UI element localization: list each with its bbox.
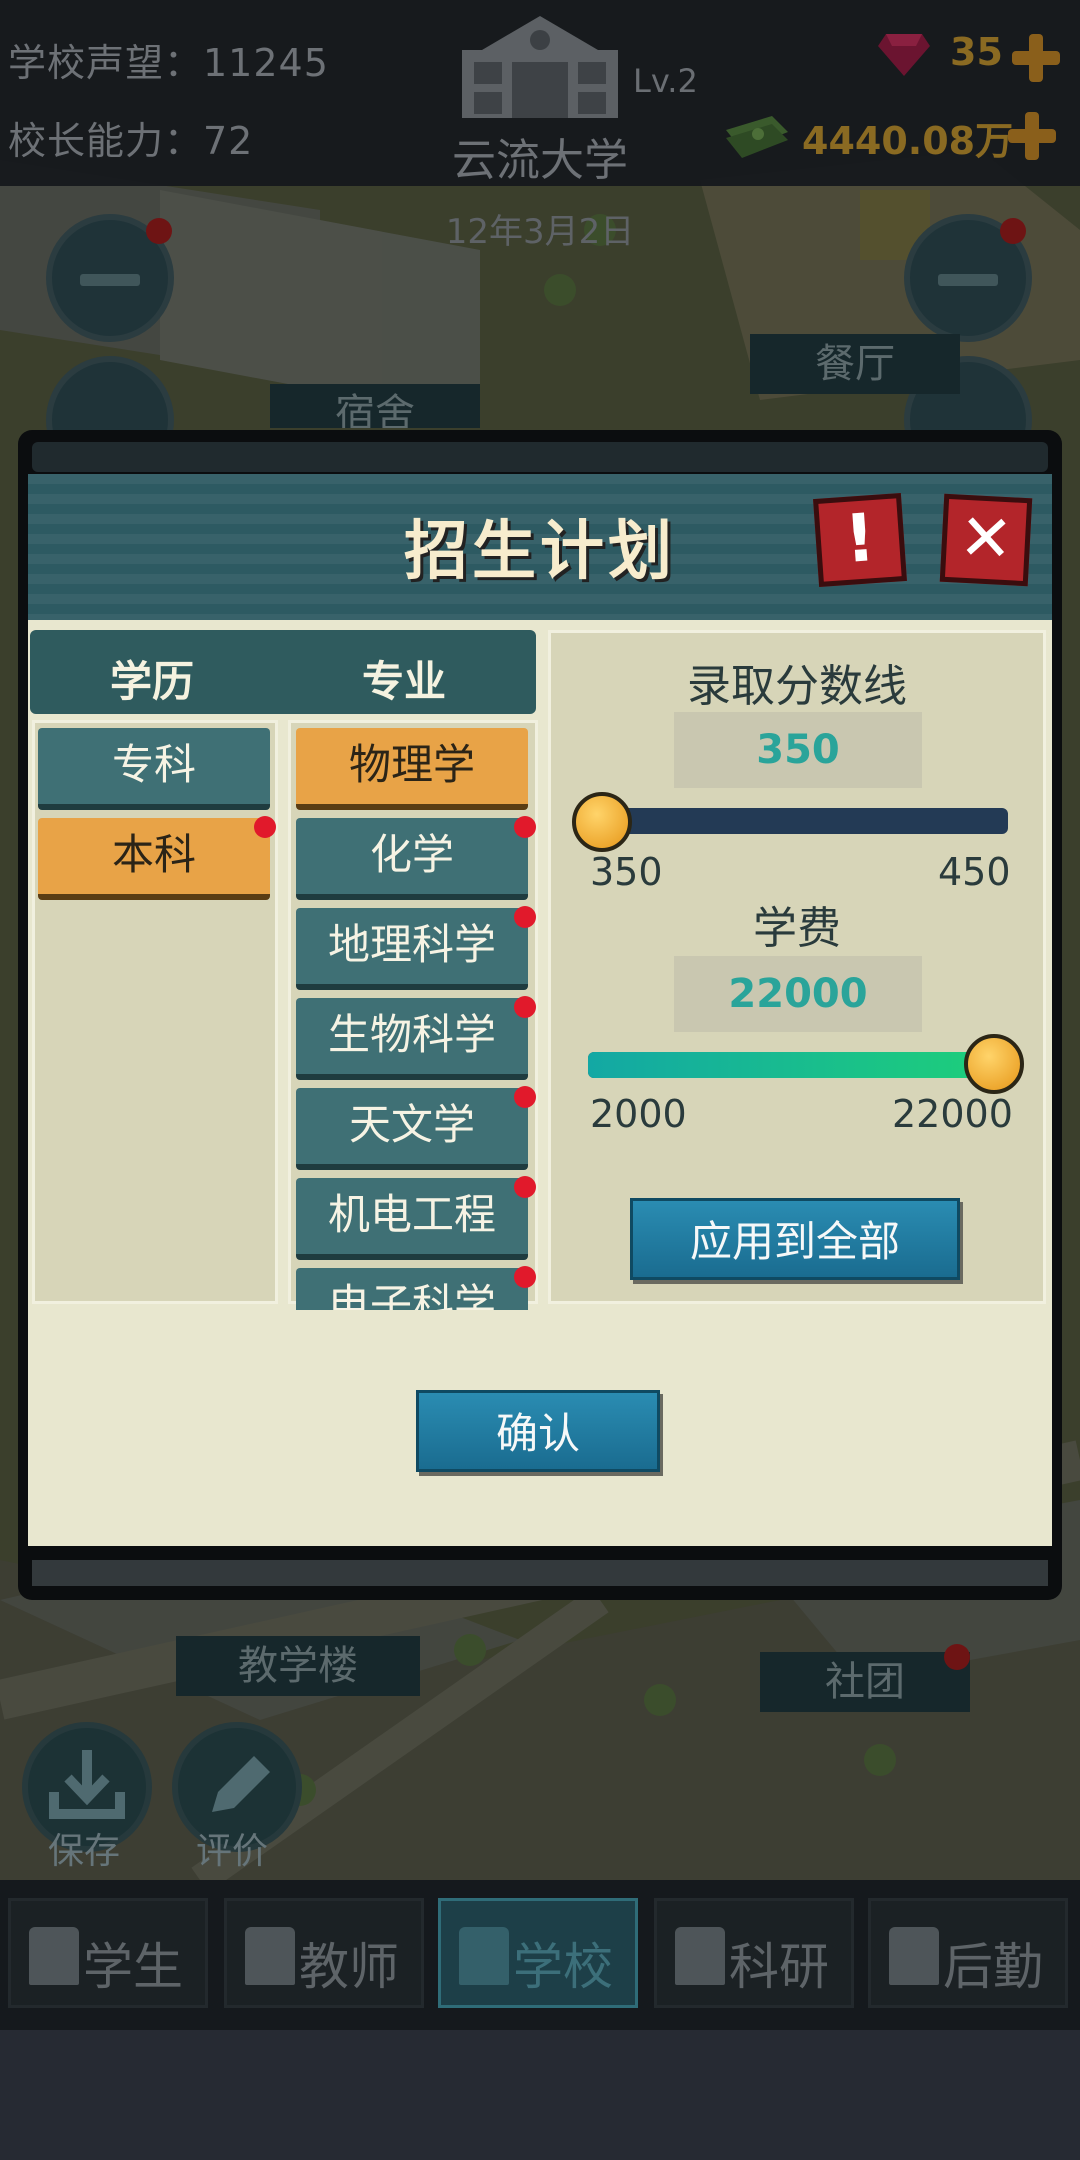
score-slider-knob[interactable] bbox=[572, 792, 632, 852]
club-sign[interactable]: 社团 bbox=[760, 1652, 970, 1712]
confirm-button[interactable]: 确认 bbox=[416, 1390, 660, 1472]
top-hud: 学校声望：11245 校长能力：72 Lv.2 云流大学 35 4440.08万 bbox=[0, 0, 1080, 186]
alert-dot bbox=[514, 1176, 536, 1198]
major-tab-astronomy[interactable]: 天文学 bbox=[296, 1088, 528, 1170]
major-list[interactable]: 物理学 化学 地理科学 生物科学 天文学 机电工程 电子科学 bbox=[290, 722, 536, 1310]
nav-teachers-label: 教师 bbox=[299, 1938, 399, 1996]
school-level: Lv.2 bbox=[633, 62, 698, 100]
modal-title: 招生计划 bbox=[404, 515, 676, 589]
notification-dot bbox=[1000, 218, 1026, 244]
score-max-label: 450 bbox=[938, 850, 1011, 894]
minus-icon bbox=[80, 274, 140, 286]
score-line-label: 录取分数线 bbox=[687, 661, 907, 712]
dorm-sign[interactable]: 宿舍 bbox=[270, 384, 480, 428]
nav-students[interactable]: 学生 bbox=[8, 1898, 208, 2008]
list-header: 学历 专业 bbox=[30, 630, 536, 714]
nav-teachers[interactable]: 教师 bbox=[224, 1898, 424, 2008]
nav-logistics-label: 后勤 bbox=[943, 1938, 1043, 1996]
nav-school-label: 学校 bbox=[513, 1938, 613, 1996]
add-money-button[interactable] bbox=[1008, 112, 1056, 160]
major-tab-biology[interactable]: 生物科学 bbox=[296, 998, 528, 1080]
school-name: 云流大学 bbox=[452, 135, 628, 186]
info-button[interactable]: ! bbox=[813, 493, 907, 587]
alert-dot bbox=[514, 1266, 536, 1288]
prestige-stat: 学校声望：11245 bbox=[8, 41, 329, 85]
score-min-label: 350 bbox=[590, 850, 663, 894]
canteen-sign[interactable]: 餐厅 bbox=[750, 334, 960, 394]
major-column-header: 专业 bbox=[362, 657, 447, 706]
nav-research[interactable]: 科研 bbox=[654, 1898, 854, 2008]
major-tab-chemistry[interactable]: 化学 bbox=[296, 818, 528, 900]
rate-label: 评价 bbox=[196, 1831, 269, 1872]
gem-count: 35 bbox=[950, 30, 1003, 74]
graduate-icon bbox=[29, 1927, 79, 1985]
flask-icon bbox=[675, 1927, 725, 1985]
school-building-icon bbox=[462, 16, 618, 118]
degree-tab-benke[interactable]: 本科 bbox=[38, 818, 270, 900]
money-icon bbox=[726, 116, 788, 158]
alert-dot bbox=[514, 996, 536, 1018]
alert-dot bbox=[514, 906, 536, 928]
modal-bottom-strip bbox=[32, 1560, 1048, 1586]
principal-ability-stat: 校长能力：72 bbox=[8, 119, 254, 163]
score-slider-track[interactable] bbox=[588, 808, 1008, 834]
modal-top-strip bbox=[32, 442, 1048, 472]
nav-research-label: 科研 bbox=[729, 1938, 829, 1996]
apply-to-all-button[interactable]: 应用到全部 bbox=[630, 1198, 960, 1280]
tuition-max-label: 22000 bbox=[892, 1092, 1013, 1136]
degree-tab-zhuanke[interactable]: 专科 bbox=[38, 728, 270, 810]
degree-column-header: 学历 bbox=[110, 657, 195, 706]
major-tab-mechatronics[interactable]: 机电工程 bbox=[296, 1178, 528, 1260]
notification-dot bbox=[944, 1644, 970, 1670]
tuition-slider-fill bbox=[588, 1052, 1008, 1078]
tuition-slider-knob[interactable] bbox=[964, 1034, 1024, 1094]
tuition-min-label: 2000 bbox=[590, 1092, 687, 1136]
nav-school[interactable]: 学校 bbox=[438, 1898, 638, 2008]
notification-dot bbox=[146, 218, 172, 244]
alert-dot bbox=[514, 1086, 536, 1108]
alert-dot bbox=[254, 816, 276, 838]
minus-icon bbox=[938, 274, 998, 286]
school-icon bbox=[459, 1927, 509, 1985]
game-date: 12年3月2日 bbox=[445, 212, 635, 252]
clipboard-icon bbox=[889, 1927, 939, 1985]
close-button[interactable]: ✕ bbox=[939, 493, 1033, 587]
score-line-value[interactable]: 350 bbox=[674, 712, 922, 788]
add-gems-button[interactable] bbox=[1012, 34, 1060, 82]
nav-logistics[interactable]: 后勤 bbox=[868, 1898, 1068, 2008]
tuition-label: 学费 bbox=[753, 903, 841, 954]
money-amount: 4440.08万 bbox=[802, 119, 1014, 163]
alert-dot bbox=[514, 816, 536, 838]
major-tab-electronics[interactable]: 电子科学 bbox=[296, 1268, 528, 1310]
save-label: 保存 bbox=[48, 1831, 121, 1872]
tuition-value[interactable]: 22000 bbox=[674, 956, 922, 1032]
major-tab-physics[interactable]: 物理学 bbox=[296, 728, 528, 810]
teacher-icon bbox=[245, 1927, 295, 1985]
gem-icon bbox=[878, 34, 930, 76]
major-tab-geography[interactable]: 地理科学 bbox=[296, 908, 528, 990]
system-bar-area bbox=[0, 2030, 1080, 2160]
teaching-building-sign[interactable]: 教学楼 bbox=[176, 1636, 420, 1696]
nav-students-label: 学生 bbox=[83, 1938, 183, 1996]
